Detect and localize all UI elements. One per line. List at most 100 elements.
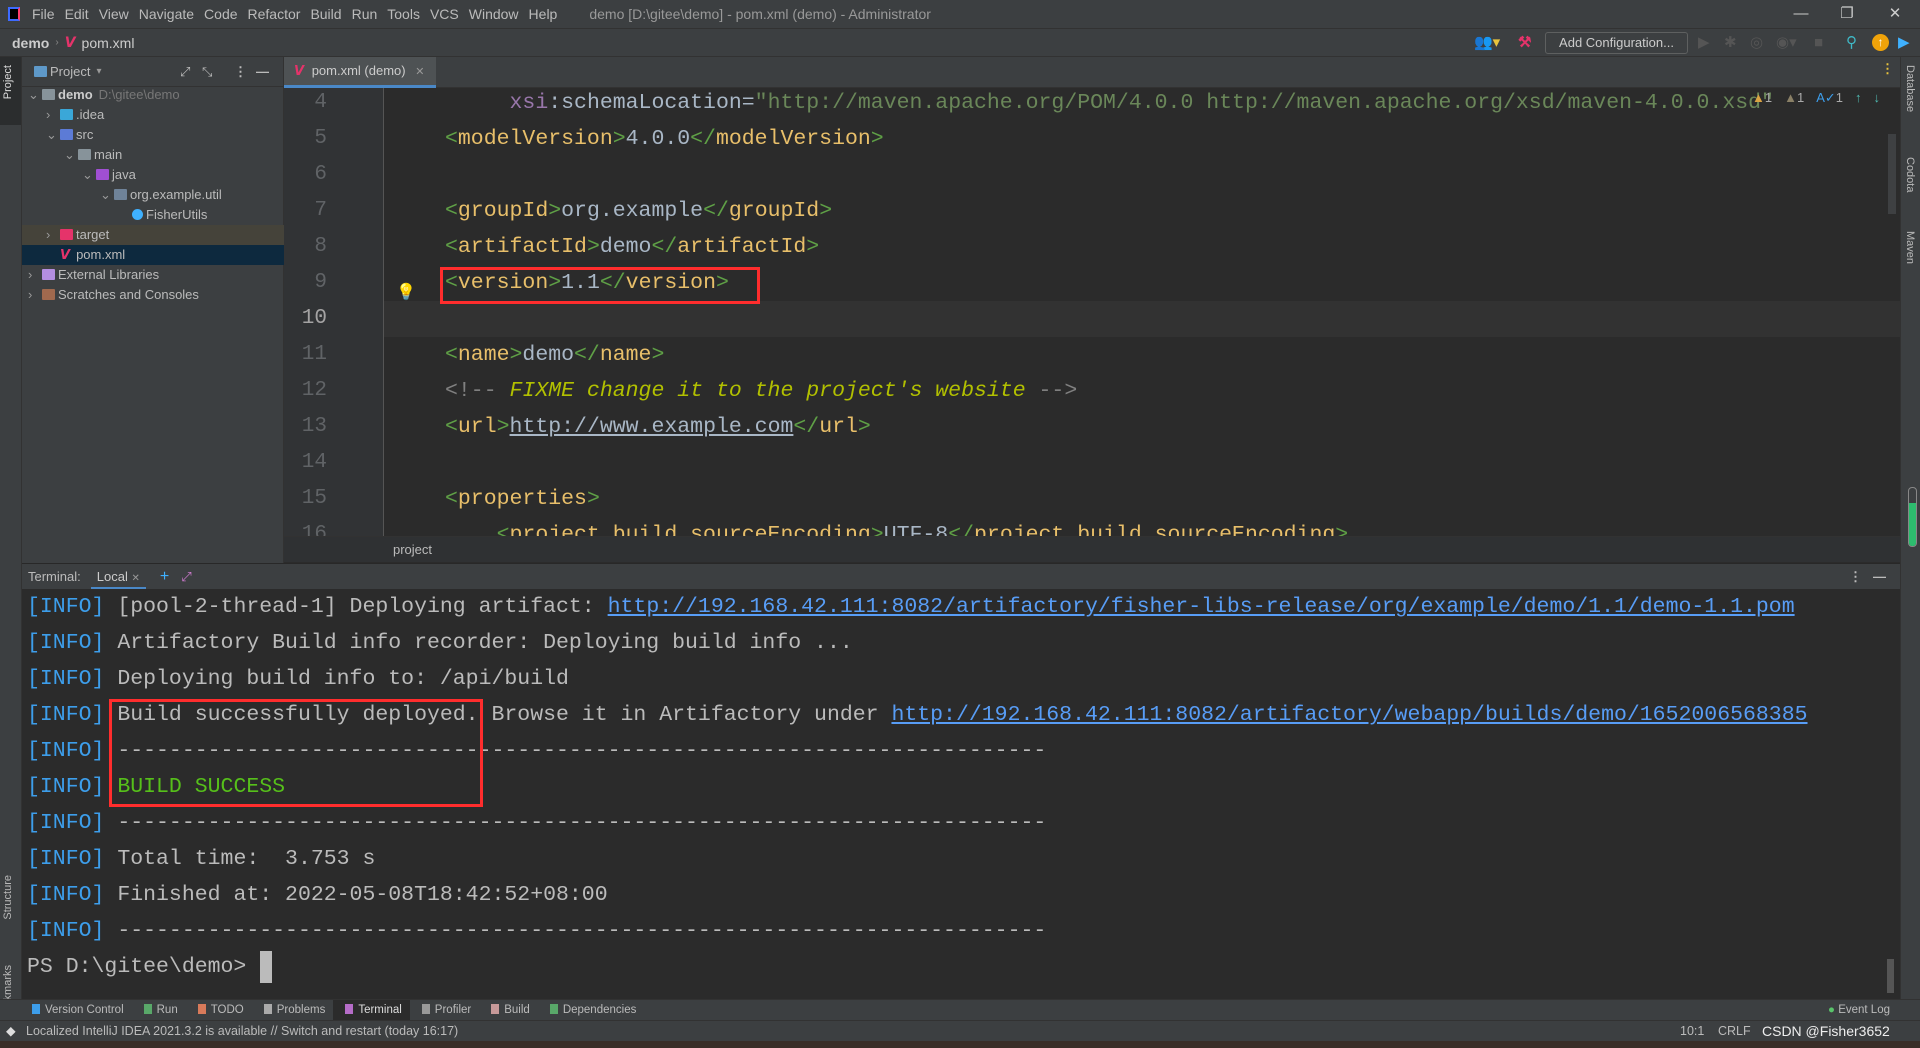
tab-options-icon[interactable]: ⋮ (1881, 61, 1894, 77)
code-line[interactable]: <properties> (445, 481, 600, 517)
editor-breadcrumb[interactable]: project (284, 536, 1900, 562)
chevron-right-icon[interactable]: › (28, 265, 42, 285)
code-line[interactable]: <url>http://www.example.com</url> (445, 409, 871, 445)
code-line[interactable]: <!-- FIXME change it to the project's we… (445, 373, 1077, 409)
project-tool-button[interactable]: Project (2, 65, 14, 99)
chevron-down-icon[interactable]: ⌄ (64, 145, 78, 165)
run-icon[interactable]: ▶ (1698, 33, 1710, 53)
tree-item[interactable]: ⌄ main (22, 145, 284, 165)
tool-window-dependencies[interactable]: Dependencies (538, 1000, 645, 1021)
tree-item[interactable]: FisherUtils (22, 205, 284, 225)
add-configuration-button[interactable]: Add Configuration... (1545, 32, 1688, 54)
code-line[interactable]: <artifactId>demo</artifactId> (445, 229, 819, 265)
tab-terminal-local[interactable]: Local ✕ (90, 564, 146, 590)
code-editor[interactable]: 4 5 6 7 8 9 10 11 12 13 14 15 16 xsi:schemaLocation=… (284, 88, 1900, 536)
chevron-down-icon[interactable]: ⌄ (100, 185, 114, 205)
database-tool-button[interactable]: Database (1904, 65, 1916, 112)
terminal-output[interactable]: [INFO] [pool-2-thread-1] Deploying artif… (22, 589, 1900, 999)
maven-tool-button[interactable]: Maven (1904, 231, 1916, 264)
coverage-icon[interactable]: ◎ (1750, 33, 1763, 53)
tool-window-todo[interactable]: TODO (186, 1000, 252, 1021)
chevron-right-icon[interactable]: › (28, 285, 42, 305)
new-terminal-icon[interactable]: + (160, 568, 169, 586)
profile-icon[interactable]: ◉▾ (1776, 33, 1797, 53)
chevron-down-icon[interactable]: ⌄ (46, 125, 60, 145)
update-icon[interactable]: ↑ (1872, 34, 1889, 51)
terminal-scrollbar[interactable] (1887, 959, 1894, 993)
restore-button[interactable]: ❐ (1824, 0, 1870, 29)
hide-icon[interactable]: — (256, 64, 269, 79)
tool-window-version-control[interactable]: Version Control (20, 1000, 132, 1021)
debug-icon[interactable]: ✱ (1724, 33, 1737, 53)
close-tab-icon[interactable]: ✕ (415, 66, 424, 78)
menu-code[interactable]: Code (204, 6, 245, 22)
tree-item[interactable]: › Scratches and Consoles (22, 285, 284, 305)
tree-item[interactable]: ⌄ org.example.util (22, 185, 284, 205)
tab-pom-xml[interactable]: V pom.xml (demo) ✕ (284, 57, 436, 88)
menu-tools[interactable]: Tools (387, 6, 428, 22)
structure-tool-button[interactable]: Structure (2, 875, 14, 920)
next-highlight-icon[interactable]: ↓ (1874, 90, 1881, 106)
menu-edit[interactable]: Edit (65, 6, 97, 22)
close-button[interactable]: ✕ (1872, 0, 1918, 29)
search-icon[interactable]: ⚲ (1846, 33, 1857, 53)
tool-window-build[interactable]: Build (479, 1000, 538, 1021)
expand-all-icon[interactable]: ⤢ (180, 64, 190, 80)
menu-window[interactable]: Window (469, 6, 527, 22)
menu-vcs[interactable]: VCS (430, 6, 467, 22)
chevron-right-icon[interactable]: › (46, 225, 60, 245)
breadcrumb-project[interactable]: demo (12, 35, 49, 51)
menu-build[interactable]: Build (310, 6, 349, 22)
close-tab-icon[interactable]: ✕ (131, 573, 139, 584)
stop-icon[interactable]: ■ (1814, 33, 1823, 53)
caret-position[interactable]: 10:1 (1680, 1021, 1704, 1041)
tree-item[interactable]: ⌄ java (22, 165, 284, 185)
memory-indicator[interactable] (1908, 487, 1917, 547)
code-line[interactable]: <project.build.sourceEncoding>UTF-8</pro… (445, 517, 1349, 536)
chevron-right-icon[interactable]: › (46, 105, 60, 125)
project-view-selector[interactable]: Project (50, 64, 90, 79)
menu-run[interactable]: Run (352, 6, 386, 22)
menu-file[interactable]: File (32, 6, 63, 22)
collapse-all-icon[interactable]: ⤡ (202, 64, 212, 80)
tool-window-terminal[interactable]: Terminal (333, 999, 410, 1021)
codota-tool-button[interactable]: Codota (1904, 157, 1916, 192)
breadcrumb-file[interactable]: pom.xml (82, 35, 135, 51)
tree-item[interactable]: ⌄ demo D:\gitee\demo (22, 85, 284, 105)
previous-highlight-icon[interactable]: ↑ (1855, 90, 1862, 106)
lightbulb-icon[interactable]: 💡 (396, 282, 416, 302)
menu-navigate[interactable]: Navigate (139, 6, 202, 22)
minimize-button[interactable]: — (1778, 0, 1824, 29)
event-log-button[interactable]: ● Event Log (1828, 1000, 1890, 1021)
tool-window-run[interactable]: Run (132, 1000, 186, 1021)
tool-window-profiler[interactable]: Profiler (410, 1000, 479, 1021)
code-line[interactable]: xsi:schemaLocation="http://maven.apache.… (445, 88, 1774, 121)
status-message[interactable]: Localized IntelliJ IDEA 2021.3.2 is avai… (26, 1021, 458, 1041)
code-line[interactable]: <groupId>org.example</groupId> (445, 193, 832, 229)
inspection-widget[interactable]: ▲1 ▲1 A✓1 ↑ ↓ (1752, 90, 1880, 106)
maximize-icon[interactable]: ⤢ (181, 569, 191, 585)
hide-terminal-icon[interactable]: — (1873, 569, 1886, 584)
chevron-down-icon[interactable]: ⌄ (82, 165, 96, 185)
menu-refactor[interactable]: Refactor (248, 6, 309, 22)
options-icon[interactable]: ⋮ (234, 64, 247, 80)
code-with-me-icon[interactable]: ▶ (1898, 33, 1910, 53)
chevron-down-icon[interactable]: ▾ (96, 66, 101, 77)
code-line[interactable]: <name>demo</name> (445, 337, 664, 373)
tree-item[interactable]: ⌄ src (22, 125, 284, 145)
tree-item[interactable]: › .idea (22, 105, 284, 125)
code-line[interactable]: <modelVersion>4.0.0</modelVersion> (445, 121, 884, 157)
tree-item[interactable]: › External Libraries (22, 265, 284, 285)
tree-item[interactable]: › target (22, 225, 284, 245)
vcs-users-icon[interactable]: 👥▾ (1474, 33, 1500, 53)
line-separator[interactable]: CRLF (1718, 1021, 1751, 1041)
chevron-down-icon[interactable]: ⌄ (28, 85, 42, 105)
editor-scrollbar[interactable] (1888, 134, 1896, 214)
terminal-link[interactable]: http://192.168.42.111:8082/artifactory/f… (608, 595, 1795, 619)
tool-window-problems[interactable]: Problems (252, 1000, 334, 1021)
menu-view[interactable]: View (99, 6, 137, 22)
terminal-link[interactable]: http://192.168.42.111:8082/artifactory/w… (891, 703, 1807, 727)
tree-item[interactable]: Vpom.xml (22, 245, 284, 265)
build-hammer-icon[interactable]: ⚒ (1518, 33, 1531, 53)
menu-help[interactable]: Help (529, 6, 566, 22)
